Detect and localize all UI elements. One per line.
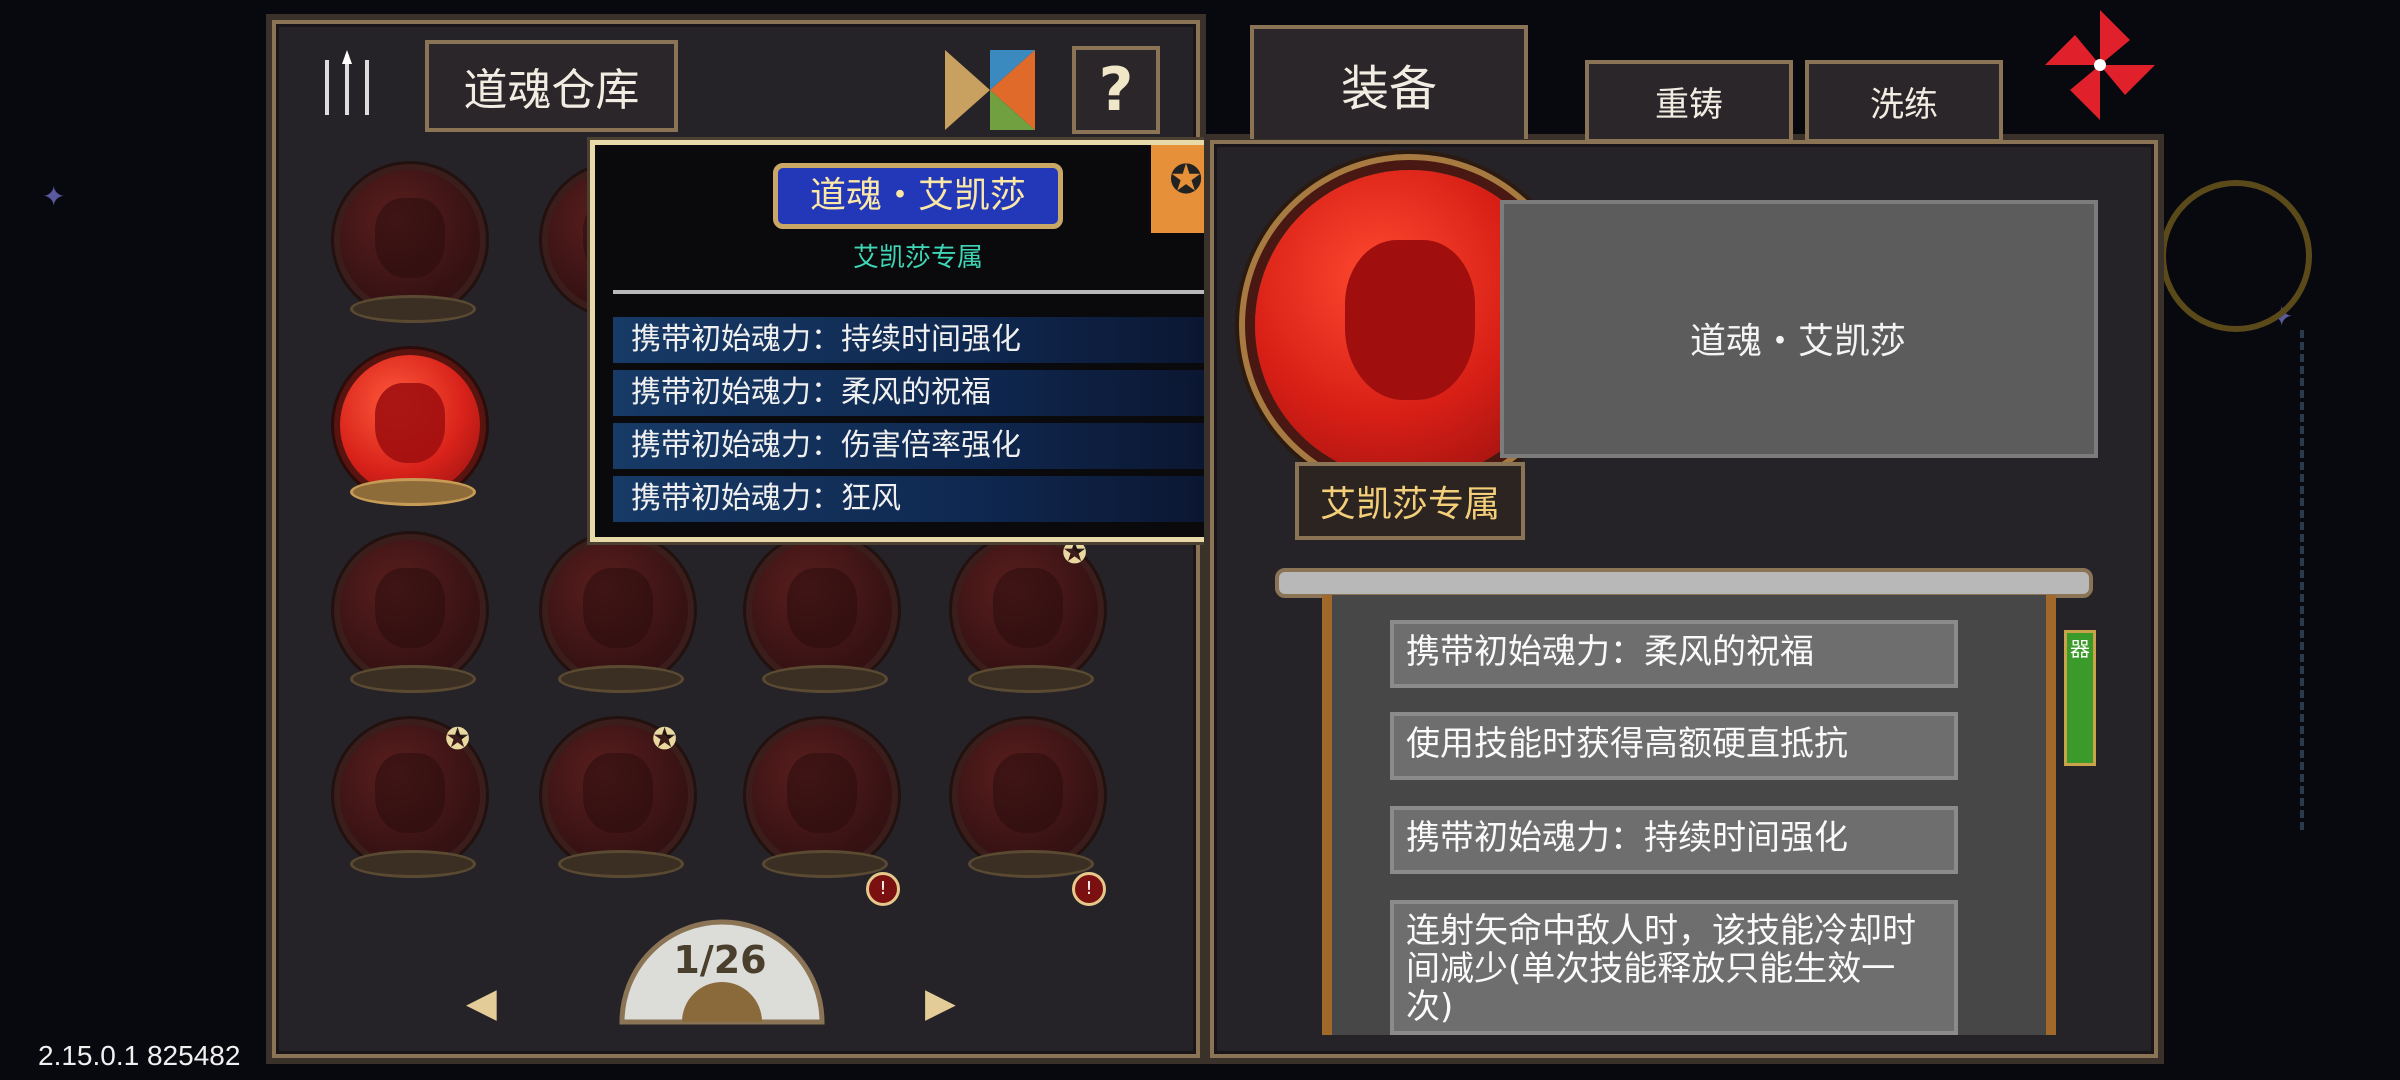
- spears-icon: [312, 50, 382, 120]
- tangram-icon[interactable]: [945, 50, 1035, 130]
- help-button[interactable]: ?: [1072, 46, 1160, 134]
- soul-orb[interactable]: [752, 540, 892, 680]
- tab-equip[interactable]: 装备: [1250, 25, 1528, 139]
- soul-orb[interactable]: [752, 725, 892, 865]
- tooltip-ability: 携带初始魂力：持续时间强化: [613, 317, 1213, 363]
- map-decor: [2300, 330, 2400, 830]
- tooltip-ability: 携带初始魂力：狂风: [613, 476, 1213, 522]
- exclusive-badge: 艾凯莎专属: [1295, 462, 1525, 540]
- soul-orb-selected[interactable]: [340, 355, 480, 495]
- orb-stand: [350, 295, 476, 323]
- effect-item: 携带初始魂力：柔风的祝福: [1390, 620, 1958, 688]
- tab-recast[interactable]: 重铸: [1585, 60, 1793, 143]
- prev-page-button[interactable]: ◀: [466, 980, 497, 1026]
- star-badge-icon: ✪: [652, 722, 678, 757]
- tab-refine[interactable]: 洗练: [1805, 60, 2003, 143]
- storage-title-tab: 道魂仓库: [425, 40, 678, 132]
- side-tag-label: 器: [2070, 637, 2090, 661]
- soul-orb[interactable]: [548, 540, 688, 680]
- effect-item: 使用技能时获得高额硬直抵抗: [1390, 712, 1958, 780]
- lock-badge-icon: !: [1072, 872, 1106, 906]
- tooltip-title: 道魂・艾凯莎: [809, 175, 1026, 216]
- pinwheel-icon[interactable]: [2030, 5, 2170, 125]
- tab-recast-label: 重铸: [1655, 85, 1723, 125]
- scroll-rod: [1275, 568, 2093, 598]
- version-label: 2.15.0.1 825482: [38, 1040, 241, 1071]
- soul-tooltip: 道魂・艾凯莎 艾凯莎专属 ✪ 携带初始魂力：持续时间强化 携带初始魂力：柔风的祝…: [590, 140, 1248, 542]
- soul-orb[interactable]: [340, 170, 480, 310]
- soul-orb[interactable]: [958, 725, 1098, 865]
- orb-stand: [558, 665, 684, 693]
- storage-title: 道魂仓库: [463, 65, 640, 116]
- effect-item: 连射矢命中敌人时，该技能冷却时间减少(单次技能释放只能生效一次): [1390, 900, 1958, 1035]
- exclusive-label: 艾凯莎专属: [1319, 484, 1500, 525]
- orb-stand: [968, 850, 1094, 878]
- next-page-button[interactable]: ▶: [925, 980, 956, 1026]
- orb-stand: [350, 850, 476, 878]
- planet-decor: [2160, 180, 2312, 332]
- orb-stand: [968, 665, 1094, 693]
- orb-stand: [762, 850, 888, 878]
- tooltip-ability: 携带初始魂力：伤害倍率强化: [613, 423, 1213, 469]
- help-icon: ?: [1098, 55, 1134, 125]
- star-badge-icon: ✪: [445, 722, 471, 757]
- star-decor-icon: ✦: [42, 180, 66, 213]
- orb-stand: [350, 478, 476, 506]
- tab-equip-label: 装备: [1340, 61, 1437, 117]
- tooltip-title-plate: 道魂・艾凯莎: [773, 163, 1063, 229]
- soul-orb[interactable]: [340, 540, 480, 680]
- orb-stand: [762, 665, 888, 693]
- orb-stand: [350, 665, 476, 693]
- tooltip-subtitle: 艾凯莎专属: [852, 243, 983, 273]
- lock-badge-icon: !: [866, 872, 900, 906]
- soul-name: 道魂・艾凯莎: [1690, 321, 1907, 362]
- effect-item: 携带初始魂力：持续时间强化: [1390, 806, 1958, 874]
- tooltip-ability: 携带初始魂力：柔风的祝福: [613, 370, 1213, 416]
- side-tag: 器: [2064, 630, 2096, 766]
- tab-refine-label: 洗练: [1870, 85, 1938, 125]
- tooltip-divider: [613, 290, 1213, 294]
- page-indicator: 1/26: [673, 938, 767, 982]
- orb-stand: [558, 850, 684, 878]
